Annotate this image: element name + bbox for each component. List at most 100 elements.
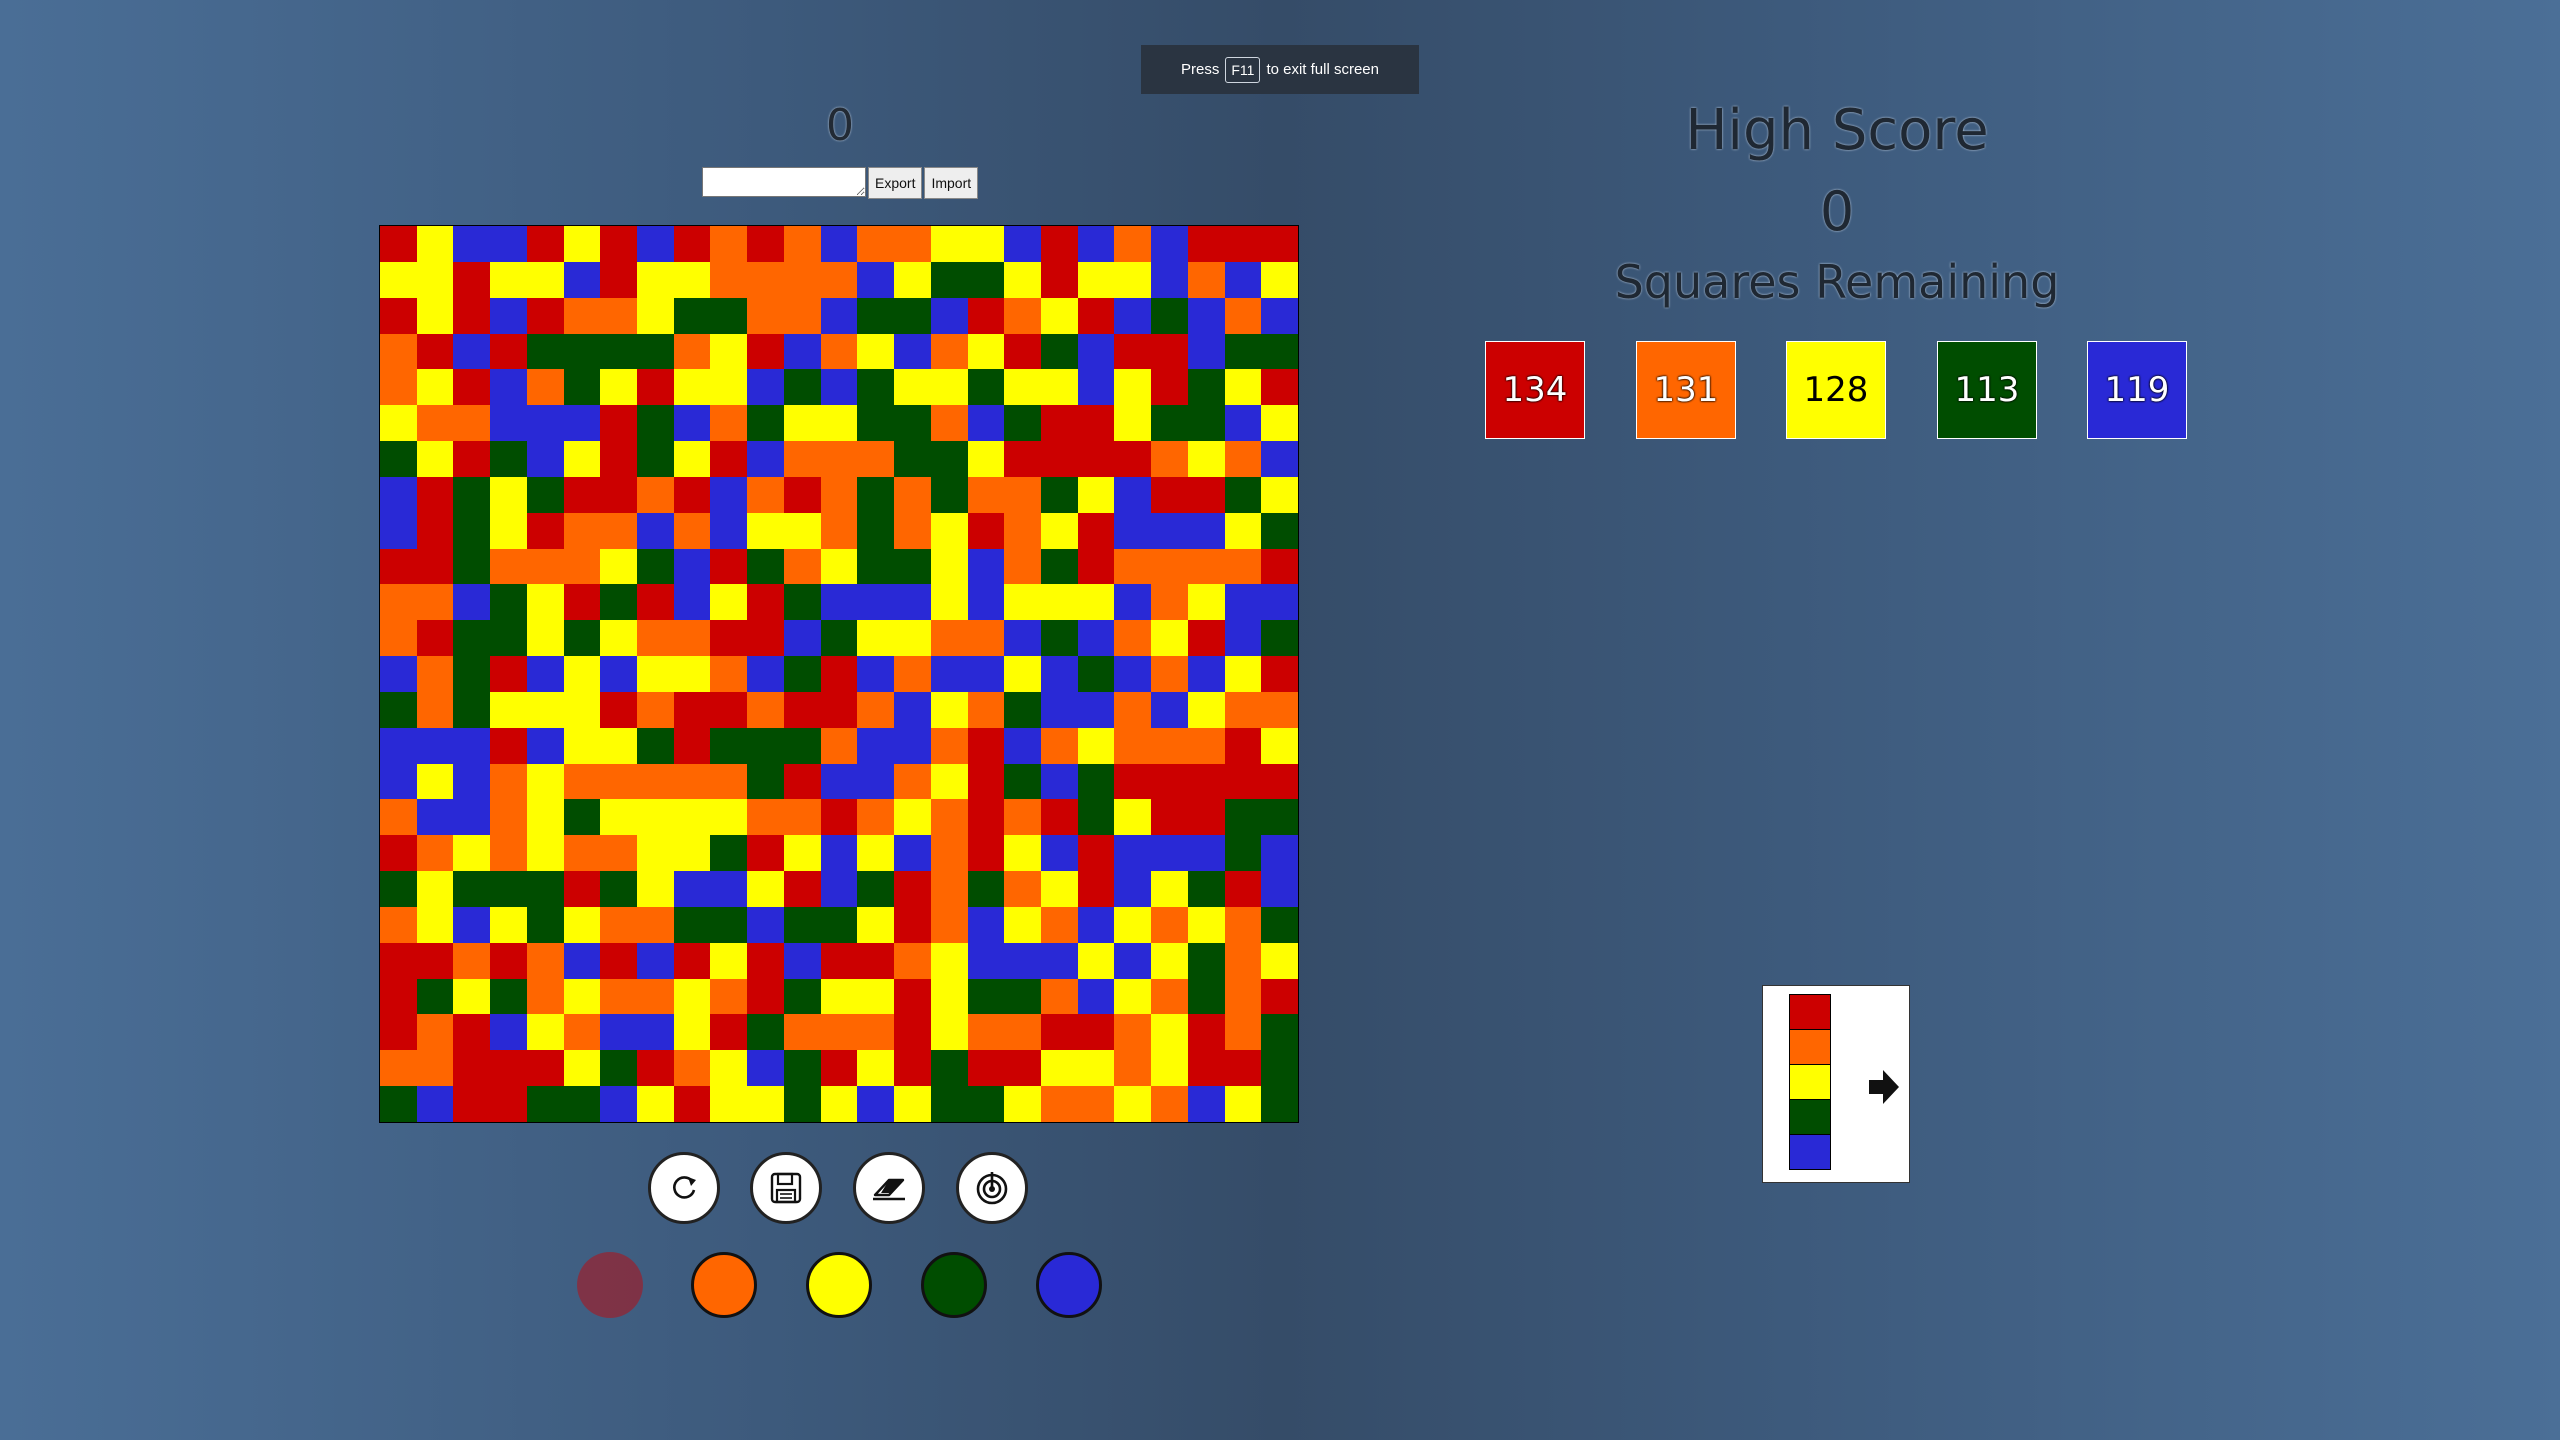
board-cell[interactable] [710,942,748,979]
board-cell[interactable] [1077,1050,1115,1087]
board-cell[interactable] [453,333,491,370]
board-cell[interactable] [1077,763,1115,800]
board-cell[interactable] [453,548,491,585]
board-cell[interactable] [783,1014,821,1051]
board-cell[interactable] [526,441,564,477]
board-cell[interactable] [673,333,711,370]
board-cell[interactable] [783,691,821,728]
board-cell[interactable] [1151,1050,1188,1087]
board-cell[interactable] [1151,226,1188,262]
board-cell[interactable] [380,441,417,477]
color-button-green[interactable] [921,1252,987,1318]
board-cell[interactable] [1114,942,1152,979]
board-cell[interactable] [490,763,527,800]
board-cell[interactable] [1040,691,1078,728]
board-cell[interactable] [1261,512,1298,549]
board-cell[interactable] [1114,1014,1152,1051]
board-cell[interactable] [1114,978,1152,1015]
board-cell[interactable] [453,656,491,692]
board-cell[interactable] [563,226,601,262]
board-cell[interactable] [1151,1014,1188,1051]
board-cell[interactable] [1077,620,1115,657]
board-cell[interactable] [1187,584,1225,621]
board-cell[interactable] [710,1050,748,1087]
board-cell[interactable] [1004,261,1041,298]
board-cell[interactable] [930,226,968,262]
board-cell[interactable] [930,405,968,442]
board-cell[interactable] [380,584,417,621]
board-cell[interactable] [563,727,601,764]
board-cell[interactable] [747,512,784,549]
board-cell[interactable] [563,835,601,872]
board-cell[interactable] [857,261,895,298]
board-cell[interactable] [747,584,784,621]
board-cell[interactable] [526,620,564,657]
board-cell[interactable] [857,1014,895,1051]
color-button-blue[interactable] [1036,1252,1102,1318]
board-cell[interactable] [967,1014,1005,1051]
board-cell[interactable] [526,476,564,513]
board-cell[interactable] [380,799,417,836]
board-cell[interactable] [857,799,895,836]
board-cell[interactable] [673,369,711,406]
board-cell[interactable] [1077,405,1115,442]
board-cell[interactable] [783,1086,821,1122]
board-cell[interactable] [1187,978,1225,1015]
board-cell[interactable] [857,656,895,692]
board-cell[interactable] [1224,1050,1262,1087]
board-cell[interactable] [1114,512,1152,549]
board-cell[interactable] [1040,1014,1078,1051]
board-cell[interactable] [1261,691,1298,728]
eraser-button[interactable] [853,1152,925,1224]
board-cell[interactable] [1077,978,1115,1015]
board-cell[interactable] [637,727,674,764]
save-button[interactable] [750,1152,822,1224]
board-cell[interactable] [783,261,821,298]
board-cell[interactable] [1114,906,1152,943]
board-cell[interactable] [490,691,527,728]
board-cell[interactable] [490,476,527,513]
board-cell[interactable] [1151,763,1188,800]
board-cell[interactable] [600,942,638,979]
board-cell[interactable] [1040,369,1078,406]
board-cell[interactable] [894,1086,931,1122]
board-cell[interactable] [380,226,417,262]
board-cell[interactable] [1224,369,1262,406]
board-cell[interactable] [1187,1086,1225,1122]
board-cell[interactable] [967,691,1005,728]
board-cell[interactable] [1187,369,1225,406]
board-cell[interactable] [1004,405,1041,442]
board-cell[interactable] [1224,333,1262,370]
board-cell[interactable] [673,261,711,298]
board-cell[interactable] [600,799,638,836]
board-cell[interactable] [1261,978,1298,1015]
board-cell[interactable] [637,405,674,442]
board-cell[interactable] [1004,906,1041,943]
board-cell[interactable] [1187,297,1225,334]
board-cell[interactable] [600,906,638,943]
board-cell[interactable] [416,1086,454,1122]
board-cell[interactable] [1151,441,1188,477]
board-cell[interactable] [380,369,417,406]
board-cell[interactable] [1077,584,1115,621]
board-cell[interactable] [1114,405,1152,442]
board-cell[interactable] [563,548,601,585]
board-cell[interactable] [1004,1014,1041,1051]
board-cell[interactable] [857,691,895,728]
board-cell[interactable] [894,1050,931,1087]
board-cell[interactable] [563,405,601,442]
board-cell[interactable] [490,835,527,872]
board-cell[interactable] [1261,656,1298,692]
board-cell[interactable] [416,799,454,836]
board-cell[interactable] [1187,261,1225,298]
board-cell[interactable] [710,978,748,1015]
board-cell[interactable] [563,333,601,370]
board-cell[interactable] [930,333,968,370]
board-cell[interactable] [673,584,711,621]
board-cell[interactable] [600,978,638,1015]
board-cell[interactable] [894,906,931,943]
board-cell[interactable] [747,369,784,406]
board-cell[interactable] [1261,906,1298,943]
board-cell[interactable] [1114,763,1152,800]
board-cell[interactable] [1077,1086,1115,1122]
